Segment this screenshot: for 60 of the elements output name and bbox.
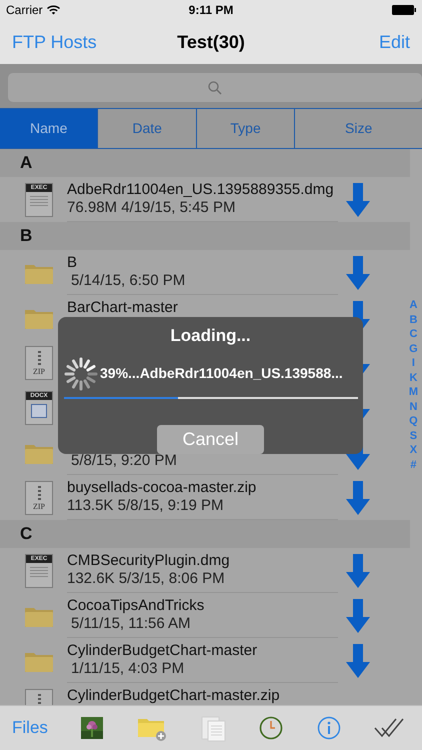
files-tab[interactable]: Files	[12, 715, 48, 741]
download-arrow-icon[interactable]	[346, 554, 370, 588]
clock-icon[interactable]	[259, 716, 284, 740]
paste-icon[interactable]	[200, 714, 226, 742]
index-letter[interactable]: N	[409, 400, 418, 414]
file-name: B	[67, 254, 78, 272]
search-icon	[208, 80, 222, 94]
index-letter[interactable]: C	[409, 327, 418, 342]
progress-message: 39%...AdbeRdr11004en_US.139588...	[100, 364, 343, 383]
file-name: AdbeRdr11004en_US.1395889355.dmg	[67, 181, 335, 199]
file-name: BarChart-master	[67, 299, 179, 317]
file-details: 5/11/15, 11:56 AM	[70, 615, 192, 633]
file-icon: ZIP	[25, 480, 53, 514]
download-arrow-icon[interactable]	[346, 644, 370, 678]
index-letter[interactable]: I	[412, 356, 415, 370]
download-arrow-icon[interactable]	[346, 183, 370, 217]
index-letter[interactable]: B	[409, 312, 418, 327]
sort-tab[interactable]: Date	[97, 109, 196, 148]
index-letter[interactable]: M	[408, 385, 418, 400]
index-letter[interactable]: X	[410, 443, 418, 458]
wifi-icon	[46, 5, 60, 15]
status-time: 9:11 PM	[188, 2, 234, 19]
section-header: B	[20, 225, 32, 248]
download-arrow-icon[interactable]	[346, 481, 370, 515]
file-details: 5/14/15, 6:50 PM	[70, 272, 186, 290]
file-name: CylinderBudgetChart-master	[67, 642, 258, 660]
download-arrow-icon[interactable]	[346, 256, 370, 290]
battery-icon	[392, 5, 416, 15]
download-arrow-icon[interactable]	[346, 599, 370, 633]
sort-tab[interactable]: Name	[0, 109, 98, 148]
index-letter[interactable]: S	[410, 428, 418, 443]
file-icon: ZIP	[25, 346, 53, 380]
index-letter[interactable]: G	[409, 342, 418, 356]
file-name: buysellads-cocoa-master.zip	[67, 479, 258, 497]
section-header: C	[20, 523, 32, 546]
index-letter[interactable]: Q	[409, 414, 418, 428]
index-letter[interactable]: K	[409, 370, 418, 385]
file-details: 76.98M 4/19/15, 5:45 PM	[67, 199, 236, 217]
file-name: CMBSecurityPlugin.dmg	[67, 552, 231, 570]
file-details: 132.6K 5/3/15, 8:06 PM	[67, 570, 226, 588]
index-letter[interactable]: A	[409, 298, 418, 312]
sort-tab[interactable]: Size	[294, 109, 422, 148]
cancel-button[interactable]: Cancel	[157, 425, 264, 454]
back-button[interactable]: FTP Hosts	[12, 28, 97, 56]
section-header: A	[20, 152, 32, 174]
loading-title: Loading...	[170, 325, 251, 347]
file-details: 113.5K 5/8/15, 9:19 PM	[67, 497, 224, 515]
spinner-icon	[64, 356, 98, 390]
file-name: CylinderBudgetChart-master.zip	[67, 687, 281, 705]
file-details: 5/8/15, 9:20 PM	[70, 452, 178, 470]
search-field[interactable]	[8, 73, 422, 102]
file-name: CocoaTipsAndTricks	[67, 597, 206, 615]
sort-tab[interactable]: Type	[196, 109, 294, 148]
double-check-icon[interactable]	[374, 717, 404, 739]
index-letter[interactable]: #	[410, 458, 416, 472]
file-details: 1/11/15, 4:03 PM	[70, 660, 186, 678]
info-icon[interactable]	[316, 716, 341, 740]
edit-button[interactable]: Edit	[378, 28, 410, 56]
nav-title: Test(30)	[177, 30, 245, 54]
carrier-label: Carrier	[6, 2, 43, 19]
